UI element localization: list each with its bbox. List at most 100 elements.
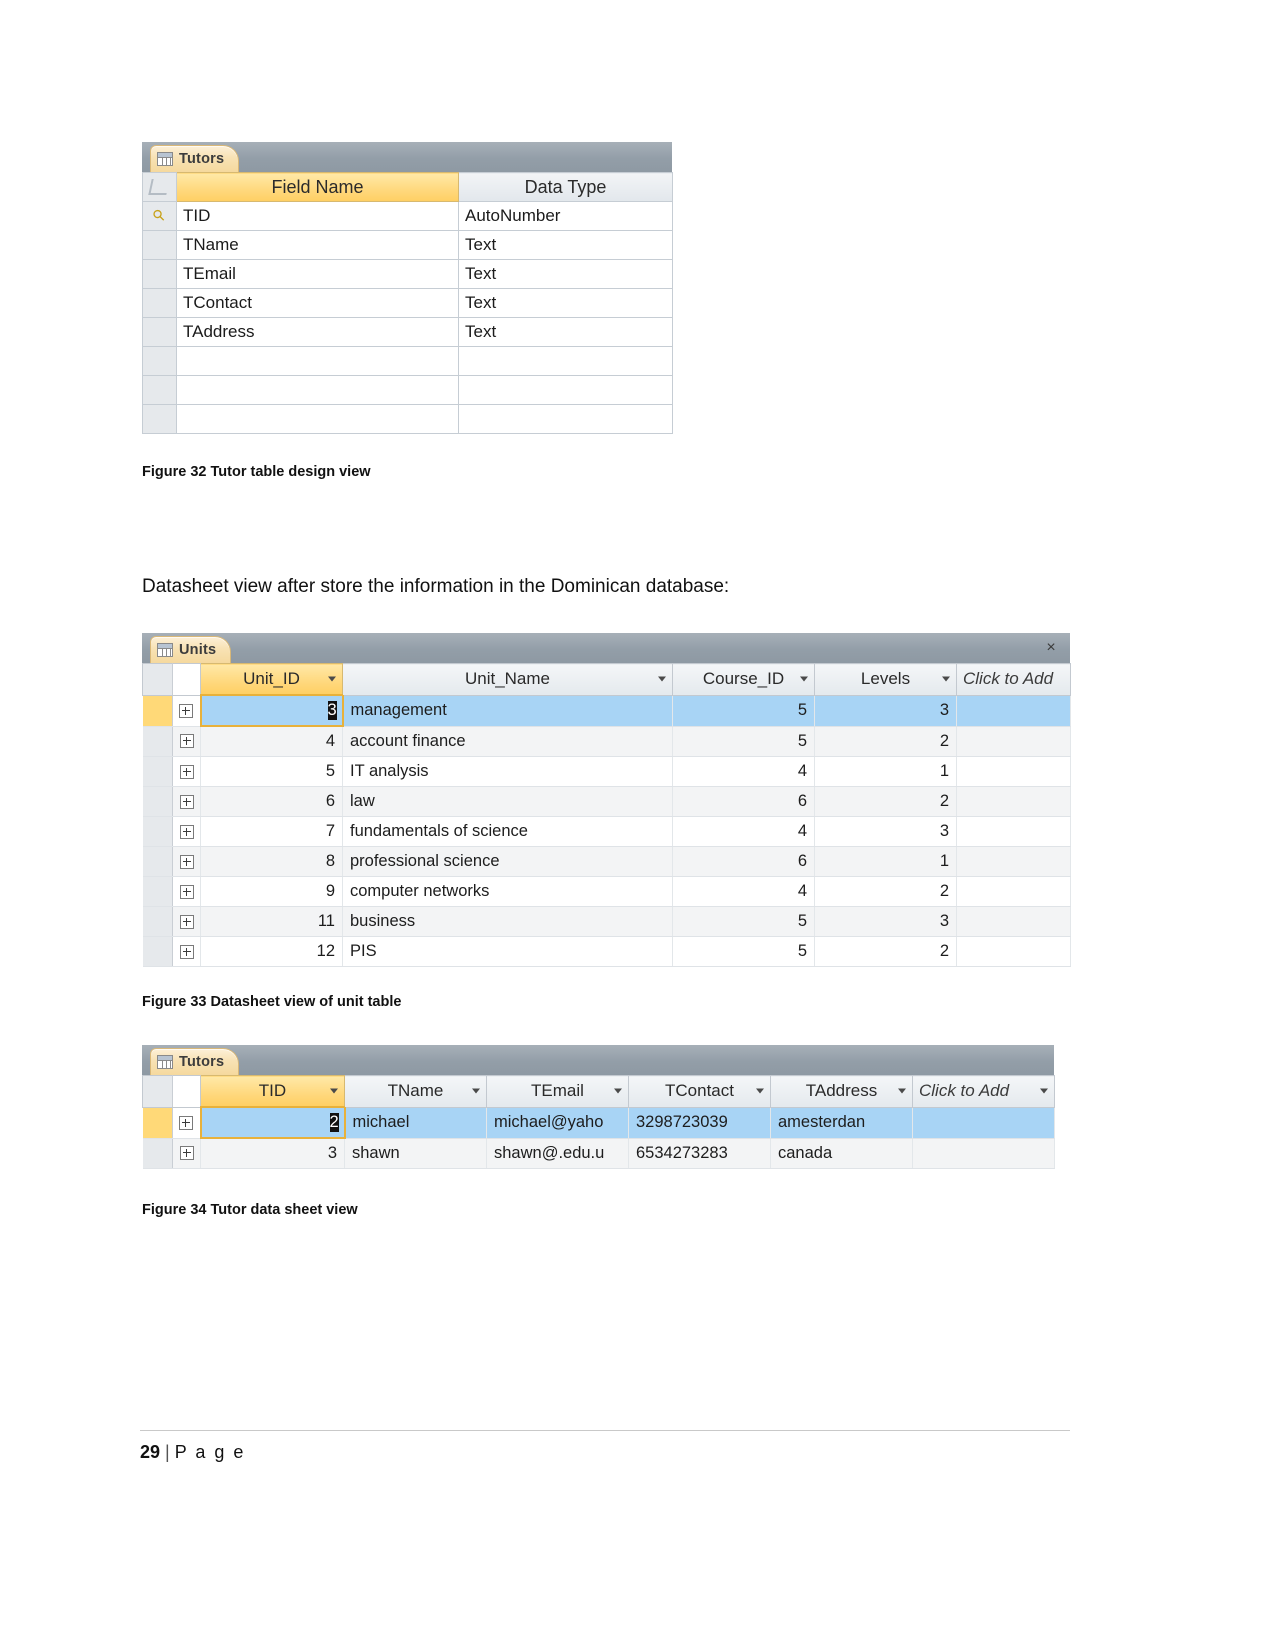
cell-temail[interactable]: michael@yaho — [486, 1107, 629, 1139]
cell-unit-name[interactable]: fundamentals of science — [342, 816, 673, 847]
table-row[interactable]: 6 law 6 2 — [142, 786, 1071, 817]
cell-click-to-add[interactable] — [956, 695, 1071, 727]
header-field-name[interactable]: Field Name — [176, 172, 459, 202]
field-name-cell[interactable]: TName — [176, 230, 459, 260]
cell-tid[interactable]: 2 — [199, 1106, 346, 1139]
field-name-cell[interactable] — [176, 346, 459, 376]
row-selector[interactable] — [142, 846, 173, 877]
cell-levels[interactable]: 2 — [814, 726, 957, 757]
chevron-down-icon[interactable] — [614, 1088, 622, 1094]
cell-click-to-add[interactable] — [956, 876, 1071, 907]
cell-course-id[interactable]: 5 — [672, 726, 815, 757]
cell-click-to-add[interactable] — [956, 786, 1071, 817]
chevron-down-icon[interactable] — [472, 1088, 480, 1094]
design-row-taddress[interactable]: TAddress Text — [142, 317, 673, 347]
table-row[interactable]: 3 shawn shawn@.edu.u 6534273283 canada — [142, 1138, 1055, 1169]
select-all-corner[interactable] — [142, 172, 177, 202]
design-row-empty[interactable] — [142, 375, 673, 405]
header-levels[interactable]: Levels — [814, 663, 957, 696]
header-temail[interactable]: TEmail — [486, 1075, 629, 1108]
table-row[interactable]: 8 professional science 6 1 — [142, 846, 1071, 877]
chevron-down-icon[interactable] — [658, 676, 666, 682]
table-row[interactable]: 7 fundamentals of science 4 3 — [142, 816, 1071, 847]
cell-click-to-add[interactable] — [912, 1107, 1055, 1139]
design-row-tname[interactable]: TName Text — [142, 230, 673, 260]
header-click-to-add[interactable]: Click to Add — [912, 1075, 1055, 1108]
row-selector[interactable] — [142, 816, 173, 847]
expand-row-button[interactable] — [172, 876, 201, 907]
header-taddress[interactable]: TAddress — [770, 1075, 913, 1108]
cell-tcontact[interactable]: 6534273283 — [628, 1138, 771, 1169]
table-row[interactable]: 5 IT analysis 4 1 — [142, 756, 1071, 787]
tab-units[interactable]: Units — [150, 636, 232, 663]
row-selector[interactable] — [142, 756, 173, 787]
expand-row-button[interactable] — [172, 906, 201, 937]
row-selector[interactable] — [142, 404, 177, 434]
row-selector[interactable] — [142, 375, 177, 405]
cell-tcontact[interactable]: 3298723039 — [628, 1107, 771, 1139]
cell-levels[interactable]: 2 — [814, 876, 957, 907]
field-name-cell[interactable]: TID — [176, 201, 459, 231]
table-row[interactable]: 3 management 5 3 — [142, 694, 1071, 727]
cell-levels[interactable]: 2 — [814, 786, 957, 817]
cell-unit-id[interactable]: 11 — [200, 906, 343, 937]
cell-unit-id[interactable]: 5 — [200, 756, 343, 787]
cell-course-id[interactable]: 6 — [672, 786, 815, 817]
design-row-empty[interactable] — [142, 404, 673, 434]
data-type-cell[interactable] — [458, 404, 673, 434]
select-all-corner[interactable] — [142, 1075, 173, 1108]
close-icon[interactable]: × — [1042, 639, 1060, 657]
table-row[interactable]: 11 business 5 3 — [142, 906, 1071, 937]
cell-unit-name[interactable]: business — [342, 906, 673, 937]
data-type-cell[interactable]: Text — [458, 317, 673, 347]
design-row-empty[interactable] — [142, 346, 673, 376]
row-selector[interactable] — [142, 786, 173, 817]
cell-unit-name[interactable]: management — [342, 695, 673, 727]
chevron-down-icon[interactable] — [800, 676, 808, 682]
cell-levels[interactable]: 3 — [814, 695, 957, 727]
row-selector[interactable] — [142, 230, 177, 260]
row-selector[interactable] — [142, 259, 177, 289]
tab-tutors-design[interactable]: Tutors — [150, 145, 240, 172]
chevron-down-icon[interactable] — [898, 1088, 906, 1094]
design-row-tcontact[interactable]: TContact Text — [142, 288, 673, 318]
table-row[interactable]: 2 michael michael@yaho 3298723039 ameste… — [142, 1106, 1055, 1139]
row-selector[interactable] — [142, 906, 173, 937]
cell-course-id[interactable]: 6 — [672, 846, 815, 877]
row-selector[interactable] — [142, 1138, 173, 1169]
cell-unit-id[interactable]: 3 — [199, 694, 344, 727]
row-selector[interactable] — [142, 317, 177, 347]
row-selector[interactable]: ⚲ — [142, 201, 177, 231]
cell-levels[interactable]: 3 — [814, 906, 957, 937]
expand-row-button[interactable] — [172, 786, 201, 817]
cell-unit-name[interactable]: professional science — [342, 846, 673, 877]
header-click-to-add[interactable]: Click to Add — [956, 663, 1071, 696]
data-type-cell[interactable]: Text — [458, 288, 673, 318]
header-data-type[interactable]: Data Type — [458, 172, 673, 202]
cell-unit-id[interactable]: 6 — [200, 786, 343, 817]
field-name-cell[interactable]: TContact — [176, 288, 459, 318]
cell-unit-name[interactable]: account finance — [342, 726, 673, 757]
cell-click-to-add[interactable] — [956, 846, 1071, 877]
expand-row-button[interactable] — [172, 756, 201, 787]
cell-taddress[interactable]: canada — [770, 1138, 913, 1169]
field-name-cell[interactable]: TAddress — [176, 317, 459, 347]
cell-levels[interactable]: 1 — [814, 756, 957, 787]
cell-course-id[interactable]: 5 — [672, 695, 815, 727]
select-all-corner[interactable] — [142, 663, 173, 696]
chevron-down-icon[interactable] — [330, 1088, 338, 1094]
cell-levels[interactable]: 3 — [814, 816, 957, 847]
field-name-cell[interactable] — [176, 375, 459, 405]
design-row-tid[interactable]: ⚲ TID AutoNumber — [142, 201, 673, 231]
header-tcontact[interactable]: TContact — [628, 1075, 771, 1108]
cell-tname[interactable]: shawn — [344, 1138, 487, 1169]
cell-unit-name[interactable]: PIS — [342, 936, 673, 967]
cell-click-to-add[interactable] — [956, 906, 1071, 937]
cell-click-to-add[interactable] — [956, 726, 1071, 757]
header-unit-id[interactable]: Unit_ID — [200, 663, 343, 696]
cell-levels[interactable]: 1 — [814, 846, 957, 877]
cell-levels[interactable]: 2 — [814, 936, 957, 967]
cell-taddress[interactable]: amesterdan — [770, 1107, 913, 1139]
row-selector[interactable] — [142, 1107, 173, 1139]
cell-unit-name[interactable]: law — [342, 786, 673, 817]
